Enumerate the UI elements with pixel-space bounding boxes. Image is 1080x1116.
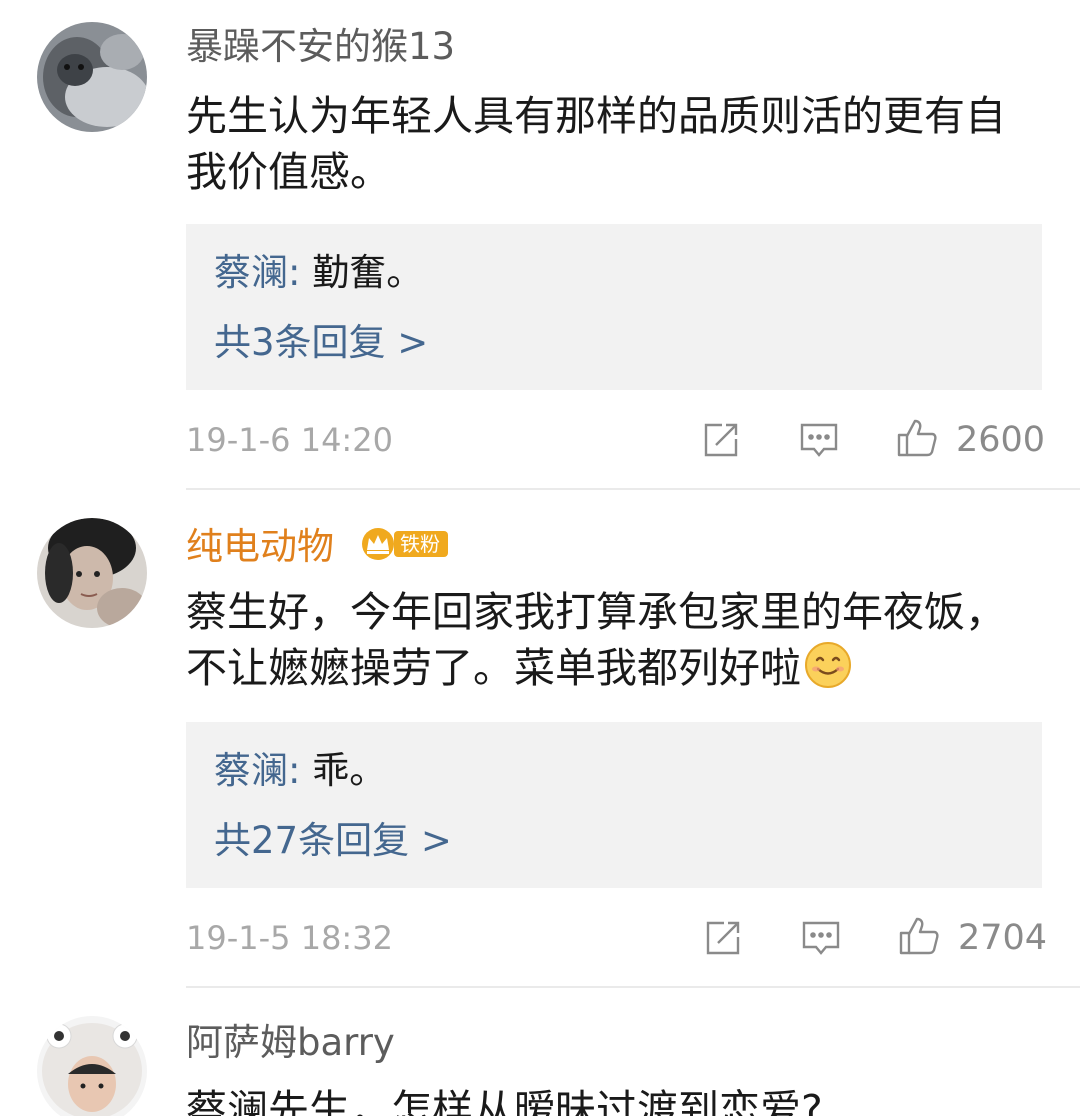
view-replies-link[interactable]: 共3条回复 > <box>214 320 428 366</box>
comment-item: 纯电动物 铁粉 蔡生好，今年回家我打算承包家里的年夜饭，不让嬷嬷操劳了。菜单我都… <box>0 490 1080 988</box>
comment-text: 蔡澜先生，怎样从暧昧过渡到恋爱? <box>186 1086 823 1116</box>
reply-preview: 蔡澜: 勤奮。 <box>214 250 423 296</box>
comment-item: 阿萨姆barry 蔡澜先生，怎样从暧昧过渡到恋爱? <box>0 988 1080 1116</box>
avatar[interactable] <box>37 518 147 628</box>
reply-author[interactable]: 蔡澜 <box>214 749 288 792</box>
reply-text: 勤奮。 <box>312 251 424 294</box>
username[interactable]: 暴躁不安的猴13 <box>186 24 455 70</box>
avatar[interactable] <box>37 1016 147 1116</box>
comment-icon[interactable] <box>798 419 840 461</box>
like-count: 2704 <box>958 918 1048 958</box>
vip-badge[interactable]: 铁粉 <box>358 526 448 562</box>
comment-text: 先生认为年轻人具有那样的品质则活的更有自我价值感。 <box>186 92 1006 196</box>
reply-box[interactable]: 蔡澜: 乖。 共27条回复 > <box>186 722 1042 888</box>
username[interactable]: 纯电动物 <box>186 524 334 570</box>
thumbs-up-icon[interactable] <box>896 417 938 459</box>
fan-badge-label: 铁粉 <box>394 531 448 557</box>
smile-emoji-icon <box>805 642 851 688</box>
reply-preview: 蔡澜: 乖。 <box>214 748 386 794</box>
comment-timestamp: 19-1-5 18:32 <box>186 919 393 957</box>
avatar[interactable] <box>37 22 147 132</box>
reply-author[interactable]: 蔡澜 <box>214 251 288 294</box>
share-icon[interactable] <box>700 419 742 461</box>
like-count: 2600 <box>956 420 1046 460</box>
reply-separator: : <box>288 749 313 792</box>
comment-item: 暴躁不安的猴13 先生认为年轻人具有那样的品质则活的更有自我价值感。 蔡澜: 勤… <box>0 0 1080 490</box>
username[interactable]: 阿萨姆barry <box>186 1020 395 1066</box>
comment-text: 蔡生好，今年回家我打算承包家里的年夜饭，不让嬷嬷操劳了。菜单我都列好啦 <box>186 584 1016 696</box>
comment-icon[interactable] <box>800 917 842 959</box>
thumbs-up-icon[interactable] <box>898 915 940 957</box>
view-replies-link[interactable]: 共27条回复 > <box>214 818 452 864</box>
share-icon[interactable] <box>702 917 744 959</box>
reply-text: 乖。 <box>312 749 387 792</box>
comment-timestamp: 19-1-6 14:20 <box>186 421 393 459</box>
comment-text-content: 蔡生好，今年回家我打算承包家里的年夜饭，不让嬷嬷操劳了。菜单我都列好啦 <box>186 588 1006 692</box>
crown-icon <box>362 528 394 560</box>
reply-box[interactable]: 蔡澜: 勤奮。 共3条回复 > <box>186 224 1042 390</box>
reply-separator: : <box>288 251 313 294</box>
